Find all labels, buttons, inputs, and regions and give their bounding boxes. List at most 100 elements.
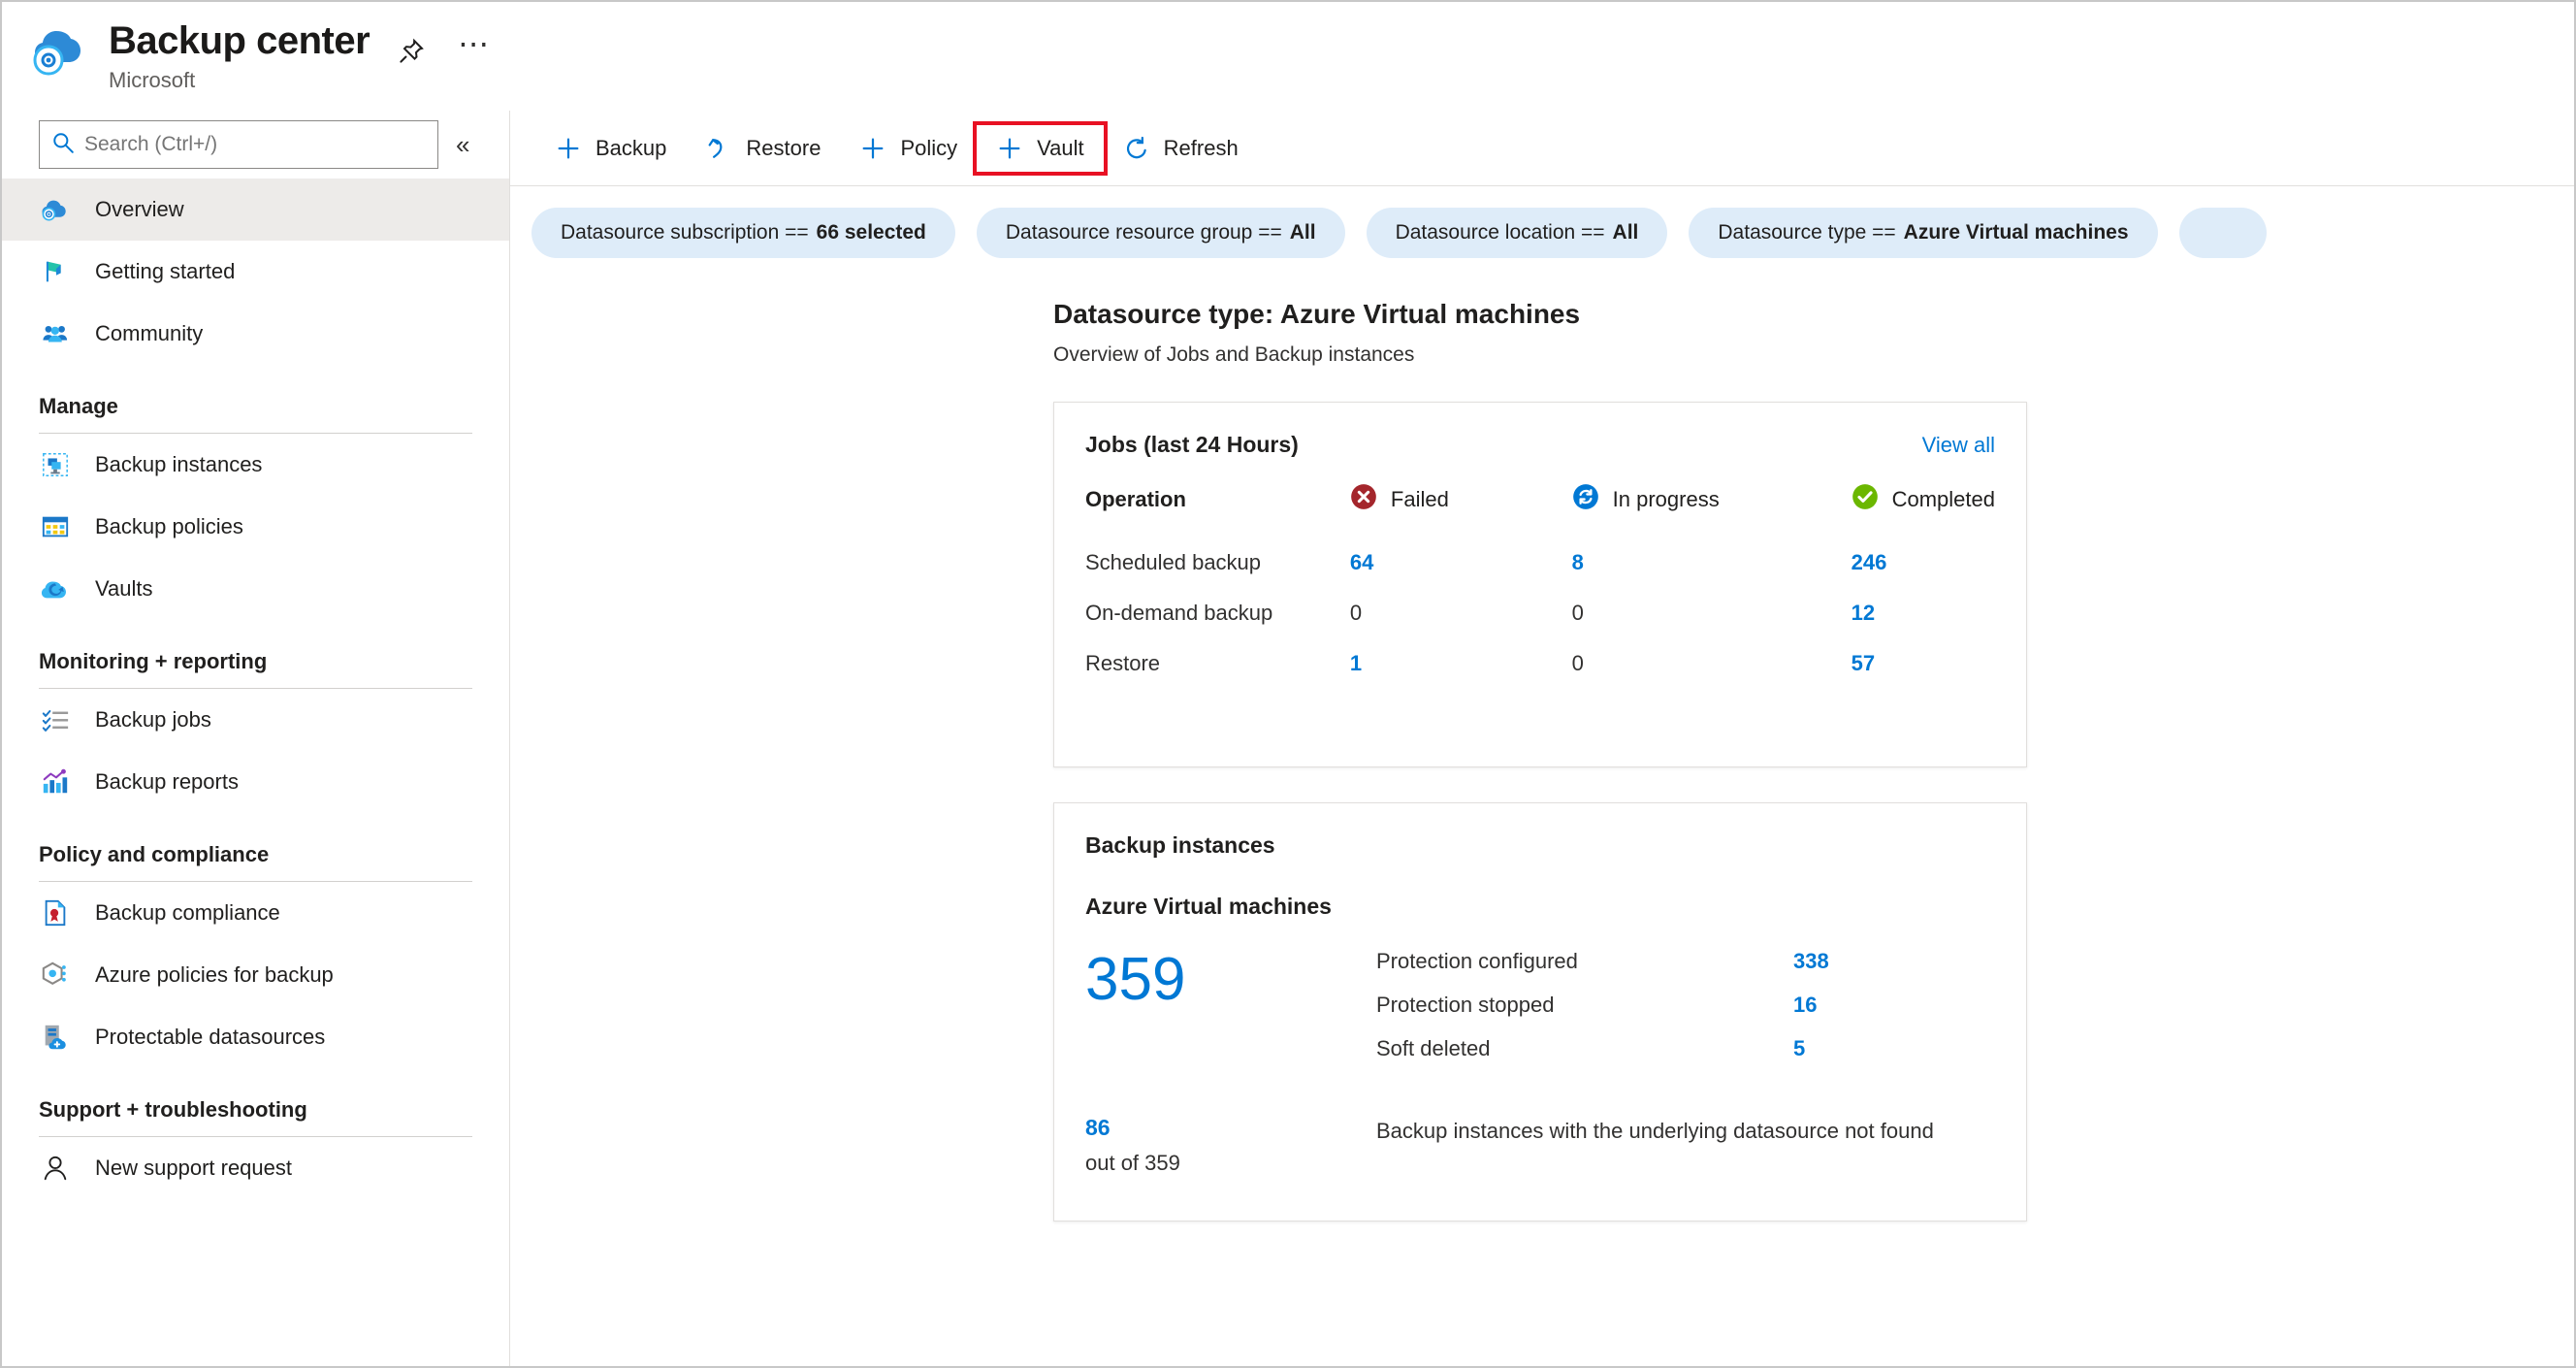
row-operation: Scheduled backup [1085, 550, 1262, 574]
search-box[interactable] [39, 120, 438, 169]
metric-value[interactable]: 5 [1793, 1036, 1805, 1061]
vault-button[interactable]: Vault [973, 120, 1108, 176]
sidebar-group-title: Manage [39, 394, 118, 418]
sidebar-group-title: Policy and compliance [39, 842, 270, 866]
sidebar-item-backup-reports[interactable]: Backup reports [2, 751, 509, 813]
row-failed-value[interactable]: 64 [1350, 537, 1572, 588]
sidebar-item-new-support-request[interactable]: New support request [2, 1137, 509, 1199]
instances-total-count: 359 [1085, 946, 1186, 1013]
row-in-progress-value[interactable]: 8 [1572, 537, 1852, 588]
bar-chart-icon [39, 765, 72, 798]
backup-center-page: Backup center Microsoft ⋯ Search (Ctrl+/… [0, 0, 2576, 1368]
ellipsis-icon[interactable]: ⋯ [453, 28, 494, 72]
filter-label: Datasource location == [1395, 221, 1605, 244]
col-label: Operation [1085, 487, 1186, 511]
policy-button[interactable]: Policy [840, 125, 977, 172]
datasource-not-found-count[interactable]: 86 [1085, 1115, 1376, 1141]
sidebar-item-label: Backup jobs [95, 707, 211, 732]
jobs-table-header-row: Operation Failed In progress Completed [1085, 483, 1995, 537]
filter-pill-datasource-subscription[interactable]: Datasource subscription == 66 selected [531, 208, 955, 258]
sidebar-item-label: Vaults [95, 576, 153, 601]
sidebar-item-vaults[interactable]: Vaults [2, 558, 509, 620]
datasource-not-found-description: Backup instances with the underlying dat… [1376, 1119, 1934, 1143]
filter-value: All [1289, 221, 1316, 244]
view-all-link[interactable]: View all [1922, 433, 1995, 458]
sidebar-item-label: Getting started [95, 259, 236, 283]
row-completed-value[interactable]: 57 [1852, 638, 1995, 689]
backup-instances-icon [39, 448, 72, 481]
jobs-card-title: Jobs (last 24 Hours) [1085, 432, 1299, 457]
sidebar-item-label: New support request [95, 1156, 292, 1180]
row-completed-value[interactable]: 12 [1852, 588, 1995, 638]
filter-pill-datasource-location[interactable]: Datasource location == All [1366, 208, 1668, 258]
filter-label: Datasource resource group == [1005, 221, 1282, 244]
sidebar-group-manage: Manage [2, 365, 509, 434]
page-header: Backup center Microsoft ⋯ [2, 2, 2574, 111]
backup-button[interactable]: Backup [535, 125, 686, 172]
instances-card-title: Backup instances [1085, 832, 1275, 858]
search-icon [51, 131, 75, 159]
flag-icon [39, 255, 72, 288]
sidebar-item-backup-policies[interactable]: Backup policies [2, 496, 509, 558]
sidebar-item-backup-instances[interactable]: Backup instances [2, 434, 509, 496]
sidebar-item-label: Community [95, 321, 204, 345]
filter-pill-datasource-resource-group[interactable]: Datasource resource group == All [976, 208, 1345, 258]
search-input[interactable] [84, 133, 404, 156]
sidebar-item-getting-started[interactable]: Getting started [2, 241, 509, 303]
collapse-sidebar-button[interactable]: « [456, 132, 469, 157]
filter-label: Datasource type == [1718, 221, 1896, 244]
filter-label: Datasource subscription == [561, 221, 809, 244]
metric-value[interactable]: 16 [1793, 993, 1817, 1018]
backup-policies-icon [39, 510, 72, 543]
pin-icon[interactable] [391, 31, 432, 72]
content-subtitle: Overview of Jobs and Backup instances [1053, 343, 1415, 366]
backup-button-label: Backup [596, 135, 667, 160]
sidebar-item-backup-compliance[interactable]: Backup compliance [2, 882, 509, 944]
sidebar-item-label: Protectable datasources [95, 1025, 326, 1049]
jobs-col-in-progress: In progress [1572, 483, 1852, 537]
plus-icon [555, 135, 582, 162]
row-operation: Restore [1085, 651, 1161, 675]
list-item: Protection configured 338 [1376, 949, 1995, 993]
support-person-icon [39, 1152, 72, 1185]
backup-instances-card: Backup instances Azure Virtual machines … [1053, 802, 2027, 1221]
sidebar-item-overview[interactable]: Overview [2, 179, 509, 241]
row-failed-value[interactable]: 1 [1350, 638, 1572, 689]
refresh-icon [1123, 135, 1150, 162]
sidebar-item-azure-policies-for-backup[interactable]: Azure policies for backup [2, 944, 509, 1006]
in-progress-icon [1572, 483, 1599, 516]
brand-text-block: Backup center Microsoft [109, 16, 370, 93]
filter-pill-datasource-type[interactable]: Datasource type == Azure Virtual machine… [1689, 208, 2158, 258]
row-operation: On-demand backup [1085, 601, 1273, 625]
metric-value[interactable]: 338 [1793, 949, 1829, 974]
plus-icon [859, 135, 886, 162]
filter-pill-overflow[interactable] [2178, 208, 2267, 258]
compliance-document-icon [39, 896, 72, 929]
row-failed-value: 0 [1349, 601, 1363, 625]
jobs-col-completed: Completed [1852, 483, 1995, 537]
instances-footer: 86 out of 359 Backup instances with the … [1085, 1115, 1995, 1176]
metric-label: Protection configured [1376, 949, 1578, 973]
row-completed-value[interactable]: 246 [1852, 537, 1995, 588]
instances-footer-left: 86 out of 359 [1085, 1115, 1376, 1176]
list-item: Protection stopped 16 [1376, 993, 1995, 1036]
page-body: « Overview [2, 111, 2574, 1366]
plus-icon [996, 135, 1023, 162]
metric-label: Protection stopped [1376, 993, 1555, 1017]
sidebar-group-title: Support + troubleshooting [39, 1097, 307, 1122]
command-toolbar: Backup Restore Policy Vault Refresh [510, 111, 2574, 186]
restore-button-label: Restore [746, 135, 821, 160]
sidebar-item-protectable-datasources[interactable]: Protectable datasources [2, 1006, 509, 1068]
refresh-button[interactable]: Refresh [1104, 125, 1258, 172]
instances-datasource-type: Azure Virtual machines [1085, 894, 1332, 919]
people-icon [39, 317, 72, 350]
sidebar-item-label: Azure policies for backup [95, 962, 334, 987]
jobs-col-operation: Operation [1085, 483, 1350, 537]
sidebar-item-backup-jobs[interactable]: Backup jobs [2, 689, 509, 751]
restore-button[interactable]: Restore [686, 125, 840, 172]
sidebar-item-community[interactable]: Community [2, 303, 509, 365]
completed-icon [1852, 483, 1879, 516]
sidebar-item-label: Backup instances [95, 452, 263, 476]
row-in-progress-value: 0 [1571, 651, 1584, 675]
vault-button-label: Vault [1037, 135, 1084, 160]
